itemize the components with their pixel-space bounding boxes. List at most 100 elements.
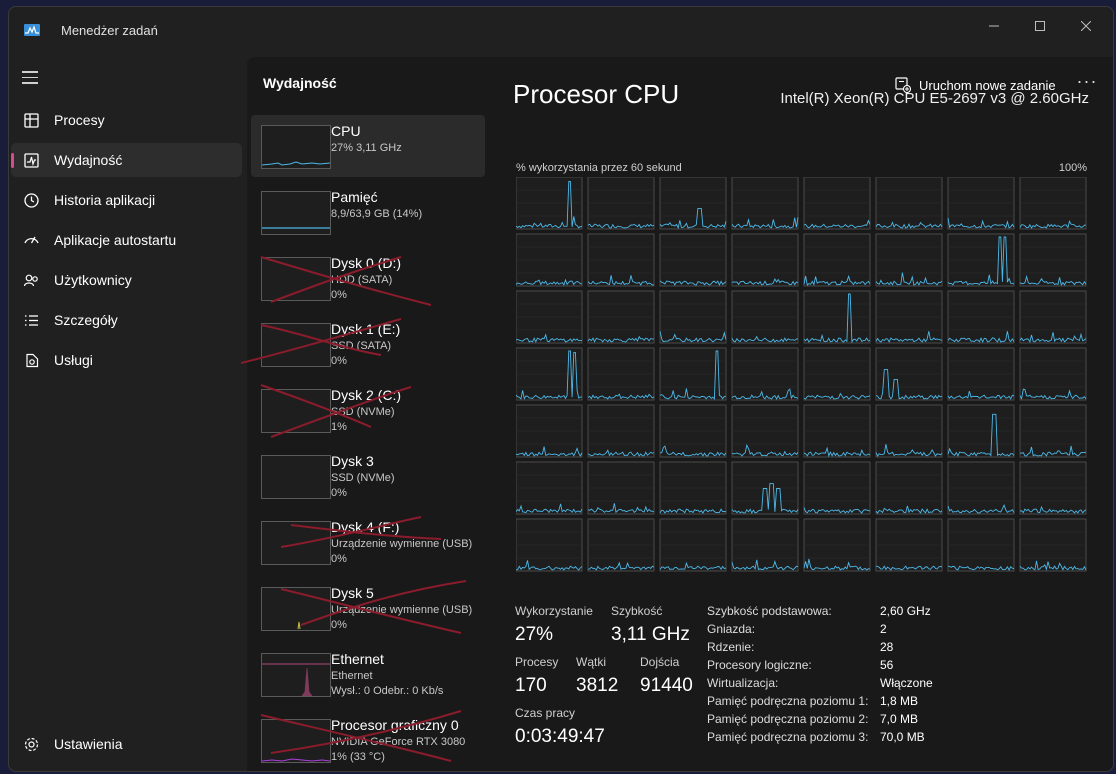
- resource-name: Pamięć: [331, 189, 378, 205]
- sidebar-item-details[interactable]: Szczegóły: [11, 303, 242, 337]
- spec-label: Szybkość podstawowa:: [707, 604, 832, 618]
- task-manager-window: Menedżer zadań Procesy Wydajność Histori…: [8, 6, 1114, 772]
- resource-detail: SSD (NVMe): [331, 406, 395, 418]
- processes-icon: [24, 113, 39, 128]
- spec-value: 2: [880, 622, 887, 636]
- details-icon: [25, 315, 38, 326]
- sidebar-item-label: Aplikacje autostartu: [54, 232, 177, 248]
- resource-detail: SSD (NVMe): [331, 472, 395, 484]
- title-bar: Menedżer zadań: [9, 7, 1113, 53]
- handles-label: Dojścia: [640, 655, 680, 669]
- utilization-label: Wykorzystanie: [515, 604, 593, 618]
- users-icon: [23, 274, 38, 287]
- resource-item-ethernet[interactable]: Ethernet Ethernet Wysł.: 0 Odebr.: 0 Kb/…: [251, 643, 485, 705]
- hamburger-icon: [22, 76, 38, 78]
- resource-name: Dysk 0 (D:): [331, 255, 401, 271]
- spec-value: 1,8 MB: [880, 694, 919, 708]
- history-icon: [24, 193, 39, 208]
- window-title: Menedżer zadań: [61, 23, 158, 38]
- resource-detail: NVIDIA GeForce RTX 3080: [331, 736, 466, 748]
- maximize-icon: [1035, 21, 1045, 31]
- resource-item-disk-5[interactable]: Dysk 5 Urządzenie wymienne (USB) 0%: [251, 577, 485, 639]
- close-icon: [1081, 21, 1091, 31]
- sidebar-item-services[interactable]: Usługi: [11, 343, 242, 377]
- cpu-thumbnail-graph: [261, 125, 331, 169]
- sidebar-item-label: Historia aplikacji: [54, 192, 156, 208]
- handles-value: 91440: [640, 675, 693, 696]
- resource-item-memory[interactable]: Pamięć 8,9/63,9 GB (14%): [251, 181, 485, 243]
- threads-value: 3812: [576, 675, 619, 696]
- resource-name: Dysk 3: [331, 453, 374, 469]
- cpu-detail-title: Procesor CPU: [513, 79, 680, 109]
- resource-detail: Ethernet: [331, 670, 373, 682]
- spec-value: 56: [880, 658, 894, 672]
- spec-value: 70,0 MB: [880, 730, 925, 744]
- minimize-button[interactable]: [971, 11, 1017, 41]
- resource-name: Dysk 2 (C:): [331, 387, 401, 403]
- cpu-core-graphs: [516, 177, 1087, 572]
- maximize-button[interactable]: [1017, 11, 1063, 41]
- resource-detail: 8,9/63,9 GB (14%): [331, 208, 423, 220]
- resource-usage: 0%: [331, 619, 347, 631]
- memory-thumbnail-graph: [261, 191, 331, 235]
- resource-item-disk-4[interactable]: Dysk 4 (F:) Urządzenie wymienne (USB) 0%: [251, 511, 485, 573]
- sidebar-item-app-history[interactable]: Historia aplikacji: [11, 183, 242, 217]
- disk-thumbnail-graph: [261, 455, 331, 499]
- sidebar-item-performance[interactable]: Wydajność: [11, 143, 242, 177]
- task-manager-app-icon: [24, 24, 40, 36]
- sidebar-item-label: Użytkownicy: [54, 272, 132, 288]
- sidebar-item-settings[interactable]: Ustawienia: [11, 727, 242, 761]
- hamburger-icon: [22, 82, 38, 84]
- services-icon: [26, 353, 39, 368]
- gear-icon: [24, 737, 39, 752]
- resource-detail: 27% 3,11 GHz: [331, 142, 402, 154]
- resource-usage: 1% (33 °C): [331, 751, 385, 763]
- resource-name: Ethernet: [331, 651, 384, 667]
- uptime-label: Czas pracy: [515, 706, 576, 720]
- resource-usage: 0%: [331, 487, 347, 499]
- resource-item-disk-3[interactable]: Dysk 3 SSD (NVMe) 0%: [251, 445, 485, 507]
- hamburger-icon: [22, 71, 38, 73]
- spec-label: Pamięć podręczna poziomu 2:: [707, 712, 869, 726]
- resource-item-cpu[interactable]: CPU 27% 3,11 GHz: [251, 115, 485, 177]
- resource-detail: Urządzenie wymienne (USB): [331, 604, 473, 616]
- sidebar-item-label: Usługi: [54, 352, 93, 368]
- sidebar-item-label: Procesy: [54, 112, 105, 128]
- resource-usage: 1%: [331, 421, 347, 433]
- hamburger-menu-button[interactable]: [22, 71, 38, 85]
- spec-label: Pamięć podręczna poziomu 1:: [707, 694, 869, 708]
- resource-name: Dysk 4 (F:): [331, 519, 400, 535]
- spec-label: Pamięć podręczna poziomu 3:: [707, 730, 869, 744]
- resource-detail: HDD (SATA): [331, 274, 393, 286]
- resource-item-disk-2[interactable]: Dysk 2 (C:) SSD (NVMe) 1%: [251, 379, 485, 441]
- resource-usage: 0%: [331, 355, 347, 367]
- resource-name: Dysk 1 (E:): [331, 321, 401, 337]
- resource-name: Dysk 5: [331, 585, 374, 601]
- settings-label: Ustawienia: [54, 736, 123, 752]
- spec-value: Włączone: [880, 676, 933, 690]
- ethernet-thumbnail-graph: [261, 653, 331, 697]
- cpu-model-name: Intel(R) Xeon(R) CPU E5-2697 v3 @ 2.60GH…: [780, 90, 1089, 107]
- sidebar-item-processes[interactable]: Procesy: [11, 103, 242, 137]
- resource-item-disk-1[interactable]: Dysk 1 (E:) SSD (SATA) 0%: [241, 313, 485, 375]
- disk-thumbnail-graph: [261, 257, 331, 301]
- sidebar-item-label: Szczegóły: [54, 312, 118, 328]
- spec-label: Rdzenie:: [707, 640, 755, 654]
- performance-icon: [24, 153, 39, 168]
- sidebar-item-startup-apps[interactable]: Aplikacje autostartu: [11, 223, 242, 257]
- gpu-thumbnail-graph: [261, 719, 331, 763]
- resource-name: Procesor graficzny 0: [331, 717, 459, 733]
- sidebar-item-label: Wydajność: [54, 152, 123, 168]
- resource-item-gpu-0[interactable]: Procesor graficzny 0 NVIDIA GeForce RTX …: [251, 709, 485, 771]
- spec-value: 2,60 GHz: [880, 604, 931, 618]
- resource-item-disk-0[interactable]: Dysk 0 (D:) HDD (SATA) 0%: [251, 247, 485, 309]
- threads-label: Wątki: [576, 655, 606, 669]
- startup-icon: [24, 236, 39, 244]
- spec-label: Wirtualizacja:: [707, 676, 779, 690]
- resource-detail: Urządzenie wymienne (USB): [331, 538, 473, 550]
- uptime-value: 0:03:49:47: [515, 726, 605, 747]
- utilization-graph-max: 100%: [1058, 162, 1087, 174]
- sidebar-item-users[interactable]: Użytkownicy: [11, 263, 242, 297]
- close-button[interactable]: [1063, 11, 1109, 41]
- utilization-value: 27%: [515, 624, 554, 645]
